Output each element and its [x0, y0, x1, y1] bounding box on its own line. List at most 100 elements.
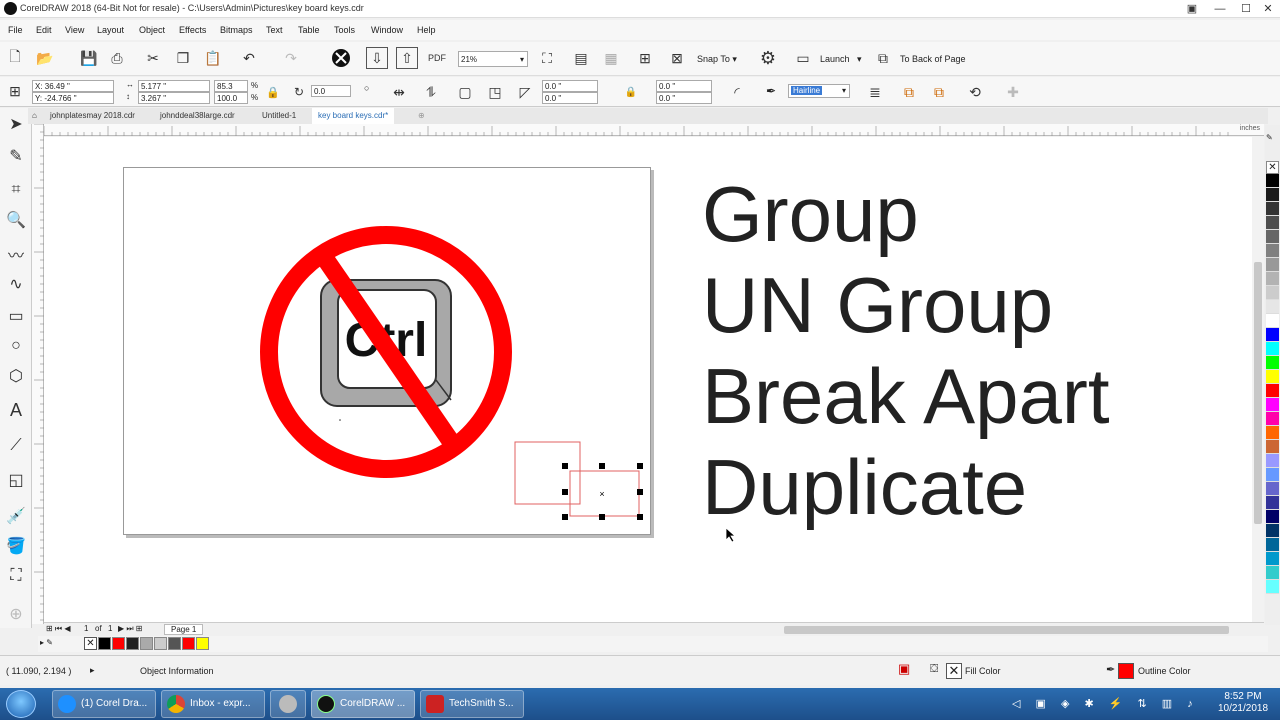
- color-proofing-icon[interactable]: ▣: [898, 661, 910, 677]
- chamfered-corner-icon[interactable]: ◸: [514, 81, 536, 103]
- ellipse-tool-icon[interactable]: ○: [4, 334, 28, 358]
- palette-swatch[interactable]: [1266, 468, 1279, 482]
- doc-palette-swatch[interactable]: [112, 637, 125, 650]
- palette-swatch[interactable]: [1266, 300, 1279, 314]
- palette-swatch[interactable]: [1266, 510, 1279, 524]
- horizontal-scroll-thumb[interactable]: [784, 626, 1229, 634]
- palette-flyout-icon[interactable]: ✎: [1266, 133, 1273, 142]
- import-icon[interactable]: ⇩: [366, 47, 388, 69]
- tab-key-board-keys[interactable]: key board keys.cdr*: [312, 108, 395, 124]
- horizontal-ruler[interactable]: inches: [43, 124, 1264, 136]
- doc-palette-swatch[interactable]: [196, 637, 209, 650]
- palette-swatch[interactable]: [1266, 538, 1279, 552]
- palette-swatch[interactable]: [1266, 244, 1279, 258]
- palette-swatch[interactable]: [1266, 412, 1279, 426]
- palette-swatch[interactable]: [1266, 286, 1279, 300]
- palette-swatch[interactable]: [1266, 314, 1279, 328]
- polygon-tool-icon[interactable]: ⬡: [4, 364, 28, 388]
- vertical-ruler[interactable]: [32, 123, 44, 624]
- redo-icon[interactable]: ↷: [280, 47, 302, 69]
- tab-johnplatesmay[interactable]: johnplatesmay 2018.cdr: [44, 108, 141, 124]
- doc-palette-swatch[interactable]: [182, 637, 195, 650]
- page-first-icon[interactable]: ⊞ ⏮ ◀: [46, 624, 71, 634]
- smart-fill-icon[interactable]: ⛶: [4, 564, 28, 588]
- palette-swatch[interactable]: [1266, 482, 1279, 496]
- taskbar-corel-draw-ie[interactable]: (1) Corel Dra...: [52, 690, 156, 718]
- start-button[interactable]: [6, 690, 36, 718]
- copy-icon[interactable]: ❐: [172, 47, 194, 69]
- restore-app-icon[interactable]: ▣: [1180, 1, 1204, 17]
- artistic-media-icon[interactable]: ∿: [4, 272, 28, 296]
- shape-tool-icon[interactable]: ✎: [4, 144, 28, 168]
- taskbar-inbox-chrome[interactable]: Inbox - expr...: [161, 690, 265, 718]
- snap-to-dropdown[interactable]: Snap To ▾: [697, 54, 737, 65]
- palette-swatch[interactable]: [1266, 188, 1279, 202]
- to-front-of-page-icon[interactable]: ⧉: [898, 81, 920, 103]
- palette-swatch[interactable]: [1266, 230, 1279, 244]
- export-icon[interactable]: ⇧: [396, 47, 418, 69]
- rotation-angle-input[interactable]: 0.0: [311, 85, 351, 97]
- document-page[interactable]: Ctrl ×: [123, 167, 651, 535]
- corner-radius-bottom-right-input[interactable]: 0.0 ": [656, 92, 712, 104]
- taskbar-techsmith[interactable]: TechSmith S...: [420, 690, 524, 718]
- palette-swatch[interactable]: [1266, 356, 1279, 370]
- menu-effects[interactable]: Effects: [179, 25, 206, 35]
- no-color-swatch[interactable]: ✕: [1266, 161, 1279, 174]
- palette-swatch[interactable]: [1266, 328, 1279, 342]
- tab-johnddeal38large[interactable]: johnddeal38large.cdr: [154, 108, 241, 124]
- palette-swatch[interactable]: [1266, 524, 1279, 538]
- to-back-of-page-icon[interactable]: ⧉: [928, 81, 950, 103]
- system-tray-icons[interactable]: ◁ ▣ ◈ ✱ ⚡ ⇅ ▥ ♪: [1012, 697, 1199, 710]
- relative-corner-scaling-icon[interactable]: ◜: [726, 81, 748, 103]
- add-preset-icon[interactable]: ✚: [1002, 81, 1024, 103]
- drop-shadow-icon[interactable]: ◱: [4, 468, 28, 492]
- system-clock[interactable]: 8:52 PM 10/21/2018: [1212, 691, 1274, 715]
- palette-swatch[interactable]: [1266, 272, 1279, 286]
- paste-icon[interactable]: 📋: [202, 47, 224, 69]
- palette-swatch[interactable]: [1266, 370, 1279, 384]
- snap-off-icon[interactable]: ⊠: [666, 47, 688, 69]
- mirror-horizontal-icon[interactable]: ⇹: [388, 81, 410, 103]
- show-grid-icon[interactable]: ▦: [600, 47, 622, 69]
- options-gear-icon[interactable]: ⚙: [757, 47, 779, 69]
- show-guidelines-icon[interactable]: ⊞: [634, 47, 656, 69]
- eyedropper-icon[interactable]: 💉: [4, 504, 28, 528]
- add-tool-icon[interactable]: ⊕: [4, 602, 28, 626]
- menu-tools[interactable]: Tools: [334, 25, 355, 35]
- round-corner-icon[interactable]: ▢: [454, 81, 476, 103]
- menu-object[interactable]: Object: [139, 25, 165, 35]
- doc-palette-swatch[interactable]: [98, 637, 111, 650]
- close-button[interactable]: ✕: [1256, 1, 1280, 17]
- outline-color-swatch[interactable]: [1118, 663, 1134, 679]
- palette-swatch[interactable]: [1266, 580, 1279, 594]
- text-tool-icon[interactable]: A: [4, 398, 28, 422]
- taskbar-misc-app[interactable]: [270, 690, 306, 718]
- launch-dropdown[interactable]: Launch ▾: [820, 54, 862, 65]
- scale-width-input[interactable]: 85.3: [214, 80, 248, 92]
- doc-palette-swatch[interactable]: [154, 637, 167, 650]
- expand-arrow-icon[interactable]: ▸: [90, 665, 95, 676]
- parallel-dimension-icon[interactable]: ⟋: [4, 434, 28, 458]
- maximize-button[interactable]: ☐: [1234, 1, 1258, 17]
- zoom-level-select[interactable]: 21% ▾: [458, 51, 528, 67]
- vertical-scroll-thumb[interactable]: [1254, 262, 1262, 524]
- to-back-icon[interactable]: ⧉: [872, 47, 894, 69]
- palette-swatch[interactable]: [1266, 258, 1279, 272]
- pick-tool-icon[interactable]: ➤: [4, 112, 28, 136]
- height-input[interactable]: 3.267 ": [138, 92, 210, 104]
- corner-radius-top-right-input[interactable]: 0.0 ": [656, 80, 712, 92]
- menu-layout[interactable]: Layout: [97, 25, 124, 35]
- menu-edit[interactable]: Edit: [36, 25, 52, 35]
- home-icon[interactable]: ⌂: [30, 108, 42, 124]
- doc-palette-swatch[interactable]: [168, 637, 181, 650]
- open-icon[interactable]: 📂: [34, 47, 56, 69]
- undo-icon[interactable]: ↶: [238, 47, 260, 69]
- palette-swatch[interactable]: [1266, 398, 1279, 412]
- palette-expand-icon[interactable]: ▸ ✎: [40, 638, 53, 647]
- publish-pdf-icon[interactable]: PDF: [426, 47, 448, 69]
- palette-swatch[interactable]: [1266, 216, 1279, 230]
- rectangle-tool-icon[interactable]: ▭: [4, 304, 28, 328]
- width-input[interactable]: 5.177 ": [138, 80, 210, 92]
- drawing-canvas[interactable]: Ctrl × Group UN Group Break Apart Duplic…: [44, 137, 1252, 622]
- search-content-icon[interactable]: [330, 47, 352, 69]
